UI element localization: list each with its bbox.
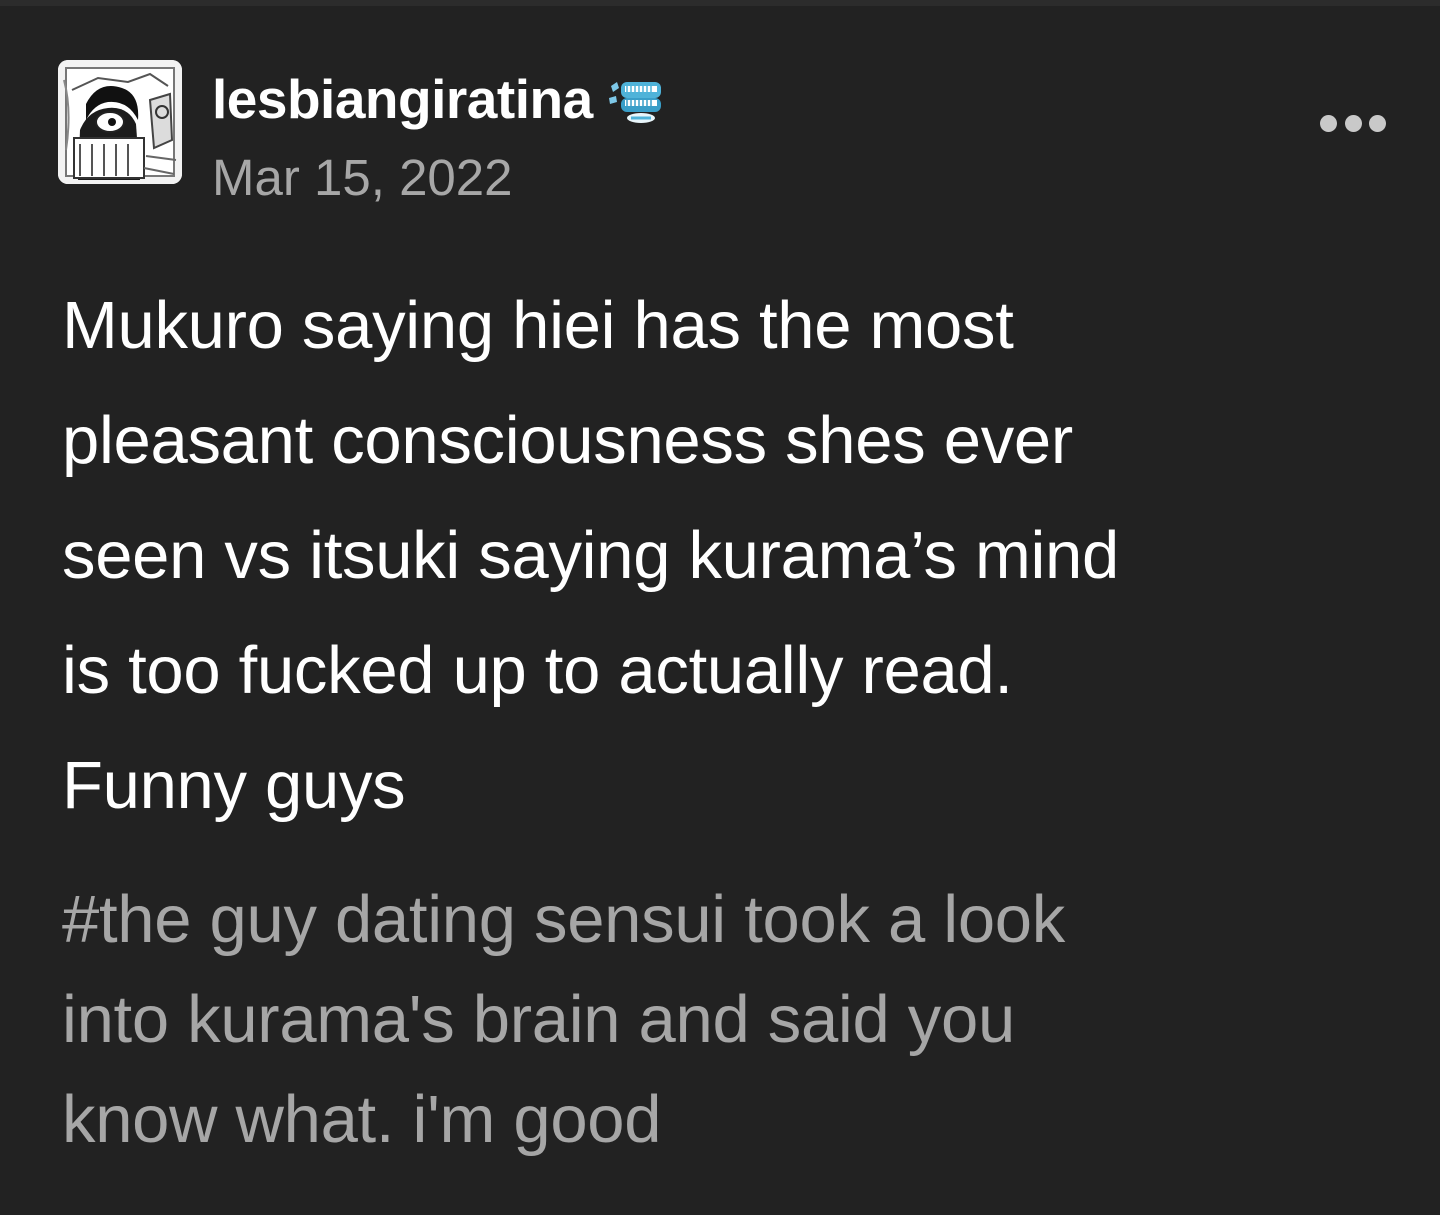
avatar[interactable]: [58, 60, 182, 184]
post-tag-line: know what. i'm good: [62, 1082, 662, 1157]
post-body-line: Funny guys: [62, 748, 406, 823]
more-options-button[interactable]: [1320, 108, 1386, 138]
post-body-text: Mukuro saying hiei has the most pleasant…: [62, 268, 1392, 843]
avatar-image: [58, 60, 182, 184]
post-body-line: pleasant consciousness shes ever: [62, 403, 1073, 478]
author-block: lesbiangiratina Mar 15, 2022: [212, 58, 1112, 218]
post-tag[interactable]: #the guy dating sensui took a look into …: [62, 870, 1392, 1170]
post-body-line: Mukuro saying hiei has the most: [62, 288, 1014, 363]
post-card: lesbiangiratina Mar 15, 2022 Mukuro sayi…: [0, 0, 1440, 1215]
post-date[interactable]: Mar 15, 2022: [212, 148, 513, 208]
post-body-line: seen vs itsuki saying kurama’s mind: [62, 518, 1119, 593]
post-body-line: is too fucked up to actually read.: [62, 633, 1013, 708]
more-dots-icon: [1344, 114, 1362, 132]
more-dots-icon: [1320, 114, 1337, 132]
post-tag-line: into kurama's brain and said you: [62, 982, 1015, 1057]
post-header: lesbiangiratina Mar 15, 2022: [58, 58, 1388, 218]
post-tag-line: #the guy dating sensui took a look: [62, 882, 1065, 957]
username-link[interactable]: lesbiangiratina: [212, 67, 593, 131]
more-dots-icon: [1369, 114, 1386, 132]
username-row: lesbiangiratina: [212, 64, 667, 134]
wind-up-teeth-icon: [607, 76, 667, 126]
